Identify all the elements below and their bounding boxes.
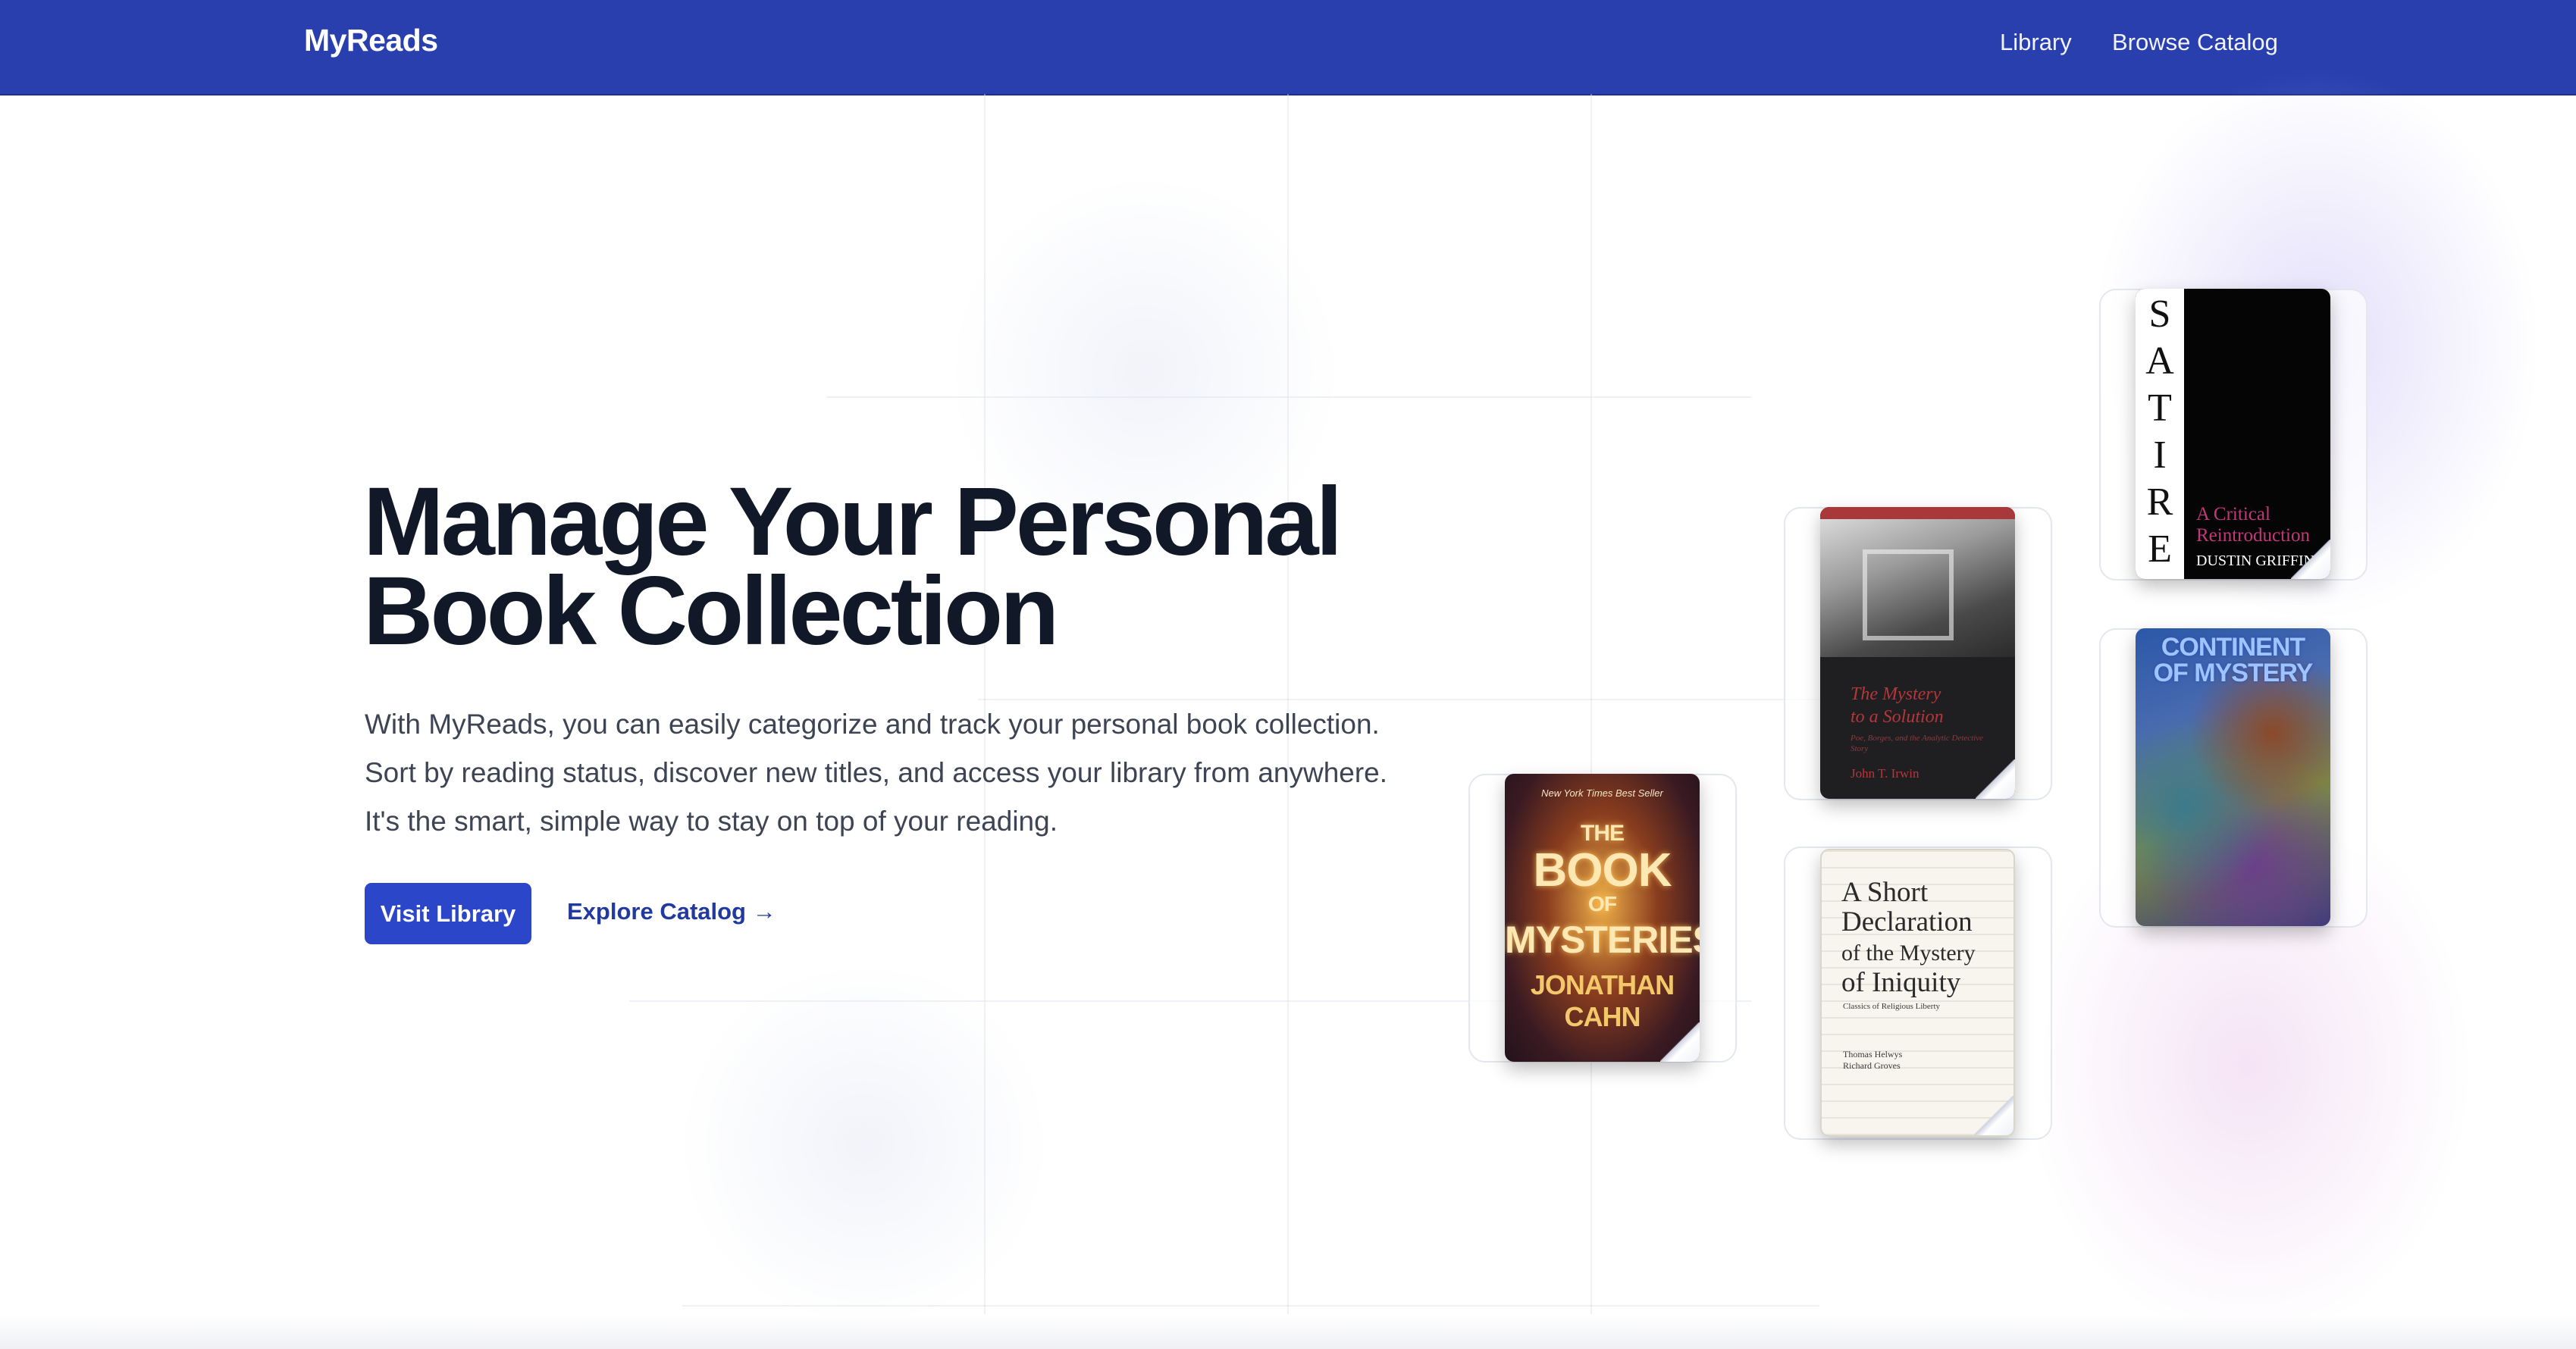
cover-title: THE [1581,821,1625,846]
cover-title-line: Declaration [1841,906,1973,937]
grid-line [826,396,1751,398]
page-curl [1660,1022,1700,1062]
cover-title: A Short Declaration of the Mystery of Iniqu… [1841,878,2008,997]
cover-title-line: The Mystery [1851,684,1941,704]
cover-title-letter: E [2148,527,2172,571]
cover-subtitle-line: A Critical [2196,504,2270,524]
grid-line [1590,94,1592,1314]
cover-title-letter: A [2145,340,2174,383]
nav-link-library[interactable]: Library [2000,29,2072,56]
cover-subtitle: Poe, Borges, and the Analytic Detective … [1851,734,1984,753]
brand-logo[interactable]: MyReads [304,23,438,58]
hero-description-line: It's the smart, simple way to stay on to… [365,806,1058,837]
book-cover-satire[interactable]: S A T I R E A Critical Reintroduction DUS… [2136,289,2330,579]
book-cover-a-short-declaration[interactable]: A Short Declaration of the Mystery of Iniqu… [1820,849,2015,1137]
grid-line [682,1305,1819,1307]
cover-title-letter: T [2148,387,2172,430]
cover-subtitle: Classics of Religious Liberty [1843,1002,1941,1011]
hero-description-line: With MyReads, you can easily categorize … [365,709,1380,740]
book-cover-the-book-of-mysteries[interactable]: New York Times Best Seller THE BOOK OF M… [1505,774,1700,1062]
cover-title-line: OF MYSTERY [2153,659,2314,687]
hero-title-line-2: Book Collection [363,557,1059,665]
cover-author-line: Thomas Helwys [1843,1049,1903,1059]
book-cover-the-mystery-to-a-solution[interactable]: The Mystery to a Solution Poe, Borges, an… [1820,507,2015,799]
cover-author: John T. Irwin [1851,766,1919,781]
page-curl [2291,540,2330,579]
cover-tagline: New York Times Best Seller [1541,787,1663,799]
cover-title-line: A Short [1841,877,1929,908]
cover-title: CONTINENT OF MYSTERY [2136,634,2330,686]
page-curl [1974,1096,2013,1135]
book-cover-continent-of-mystery[interactable]: CONTINENT OF MYSTERY [2136,628,2330,926]
cover-title: The Mystery to a Solution [1851,683,1944,728]
cover-photo [1820,519,2015,657]
hero-description-line: Sort by reading status, discover new tit… [365,757,1388,788]
cover-photo-window [1863,549,1954,640]
visit-library-button[interactable]: Visit Library [365,883,531,944]
cover-band [1820,507,2015,519]
cover-title-line: of Iniquity [1841,967,1961,998]
cover-title-letter: R [2146,480,2173,524]
hero-title: Manage Your Personal Book Collection [363,474,1424,660]
cover-title-letter: S [2148,293,2171,336]
cover-title-line: CONTINENT [2161,633,2305,662]
cover-author-line: Richard Groves [1843,1060,1901,1071]
cover-title: MYSTERIES [1505,919,1700,961]
background-blob [667,970,1061,1319]
cover-author: Thomas Helwys Richard Groves [1843,1049,1902,1072]
hero-description: With MyReads, you can easily categorize … [365,700,1426,846]
explore-catalog-link[interactable]: Explore Catalog → [567,898,776,925]
cover-title-line: of the Mystery [1841,941,1976,966]
nav-link-browse-catalog[interactable]: Browse Catalog [2112,29,2278,56]
cover-title: BOOK [1533,844,1672,897]
page-curl [1976,759,2015,799]
cover-title: OF [1588,892,1617,916]
cover-title-line: to a Solution [1851,707,1944,727]
cover-title-letter: I [2153,433,2167,477]
bottom-fade [0,1316,2576,1349]
